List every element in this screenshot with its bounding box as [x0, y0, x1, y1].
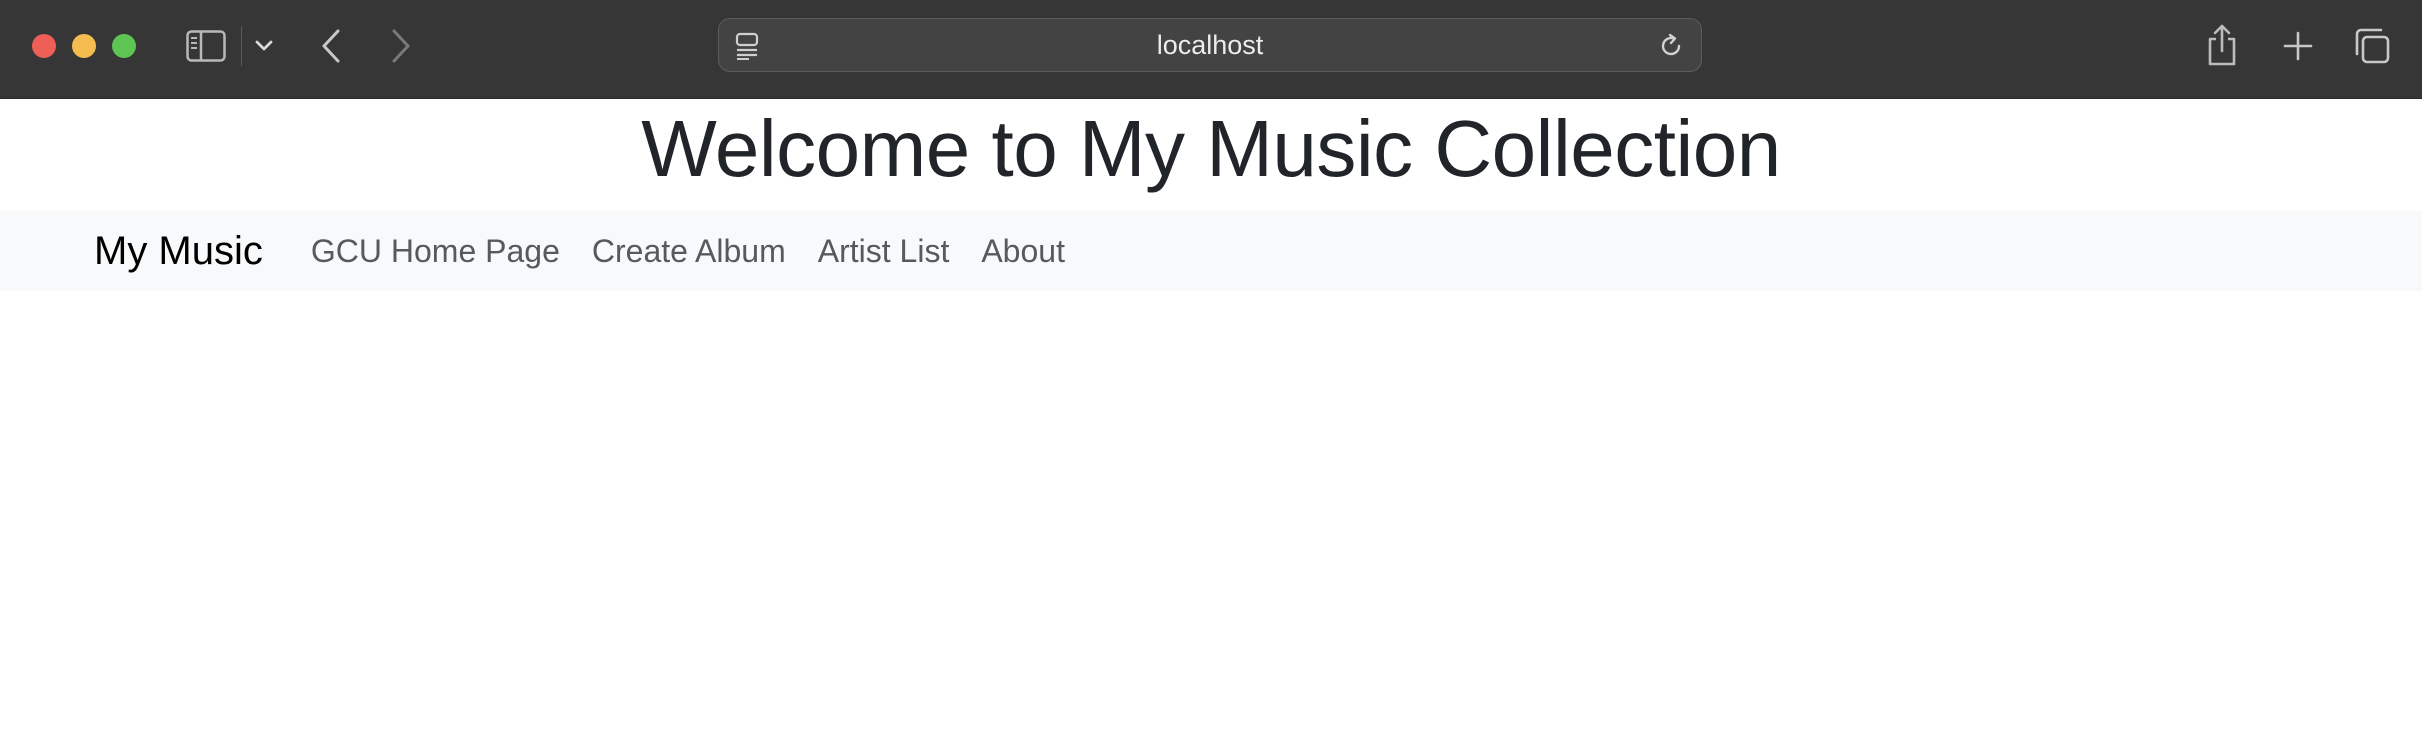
share-icon[interactable] — [2204, 22, 2240, 68]
forward-arrow-icon[interactable] — [384, 26, 418, 66]
nav-links: GCU Home Page Create Album Artist List A… — [311, 233, 1097, 270]
nav-link-artist-list[interactable]: Artist List — [818, 233, 950, 270]
address-bar[interactable]: localhost — [718, 18, 1702, 72]
page-content: Welcome to My Music Collection My Music … — [0, 99, 2422, 291]
nav-link-about[interactable]: About — [981, 233, 1065, 270]
window-maximize-button[interactable] — [112, 34, 136, 58]
window-minimize-button[interactable] — [72, 34, 96, 58]
plus-icon[interactable] — [2280, 28, 2316, 64]
window-close-button[interactable] — [32, 34, 56, 58]
sidebar-icon[interactable] — [184, 26, 228, 66]
reload-icon[interactable] — [1657, 32, 1685, 60]
toolbar-divider — [241, 26, 242, 66]
nav-link-create-album[interactable]: Create Album — [592, 233, 786, 270]
chevron-down-icon[interactable] — [252, 34, 276, 58]
address-text: localhost — [1156, 29, 1264, 60]
back-arrow-icon[interactable] — [314, 26, 348, 66]
browser-toolbar: localhost — [0, 0, 2422, 99]
tabs-overview-icon[interactable] — [2352, 26, 2392, 66]
page-title: Welcome to My Music Collection — [641, 104, 1781, 193]
navbar-brand[interactable]: My Music — [94, 229, 263, 274]
nav-link-gcu-home-page[interactable]: GCU Home Page — [311, 233, 560, 270]
navbar: My Music GCU Home Page Create Album Arti… — [0, 211, 2422, 291]
